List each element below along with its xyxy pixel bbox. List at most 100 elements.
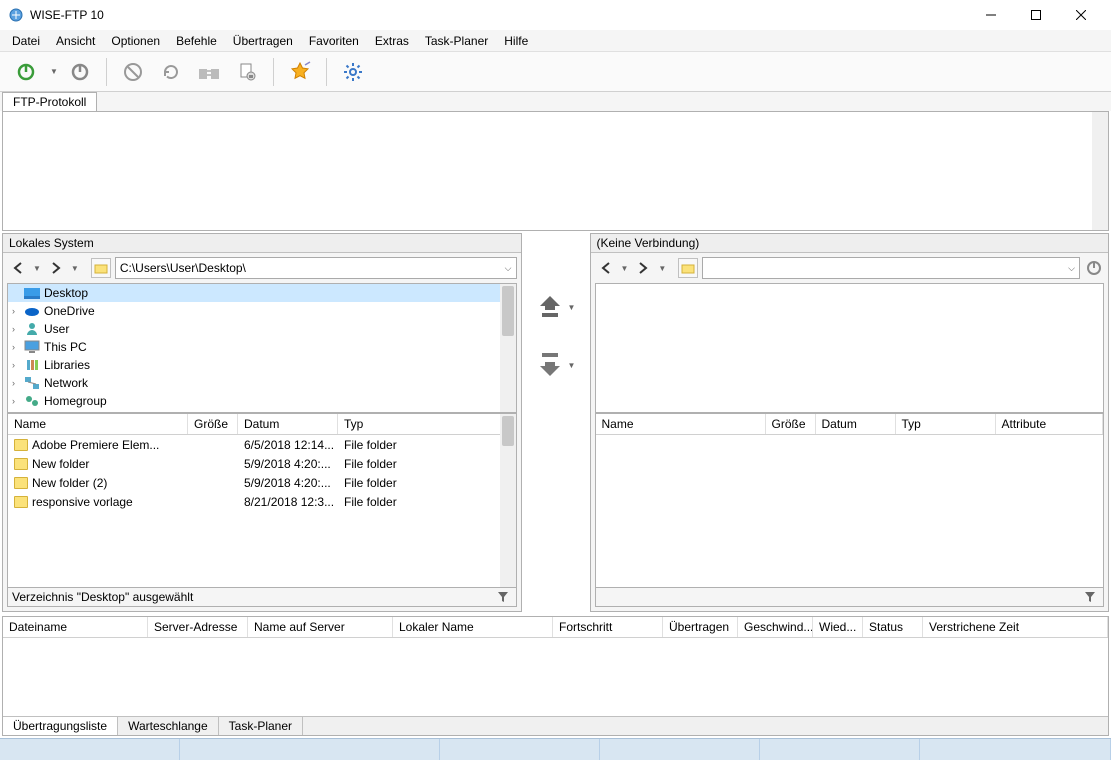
tcol-fortschritt[interactable]: Fortschritt (553, 617, 663, 637)
local-back-dropdown[interactable]: ▼ (33, 264, 41, 273)
col-name[interactable]: Name (8, 414, 188, 434)
transfer-column: ▼ ▼ (526, 233, 586, 612)
file-row[interactable]: Adobe Premiere Elem...6/5/2018 12:14...F… (8, 435, 516, 454)
tree-item-thispc[interactable]: ›This PC (8, 338, 516, 356)
tree-item-onedrive[interactable]: ›OneDrive (8, 302, 516, 320)
settings-button[interactable] (337, 56, 369, 88)
tcol-uebertragen[interactable]: Übertragen (663, 617, 738, 637)
local-file-grid[interactable]: Name Größe Datum Typ Adobe Premiere Elem… (7, 413, 517, 588)
local-back-button[interactable] (7, 257, 29, 279)
refresh-button[interactable] (155, 56, 187, 88)
homegroup-icon (24, 393, 40, 409)
menu-extras[interactable]: Extras (367, 32, 417, 50)
file-row[interactable]: responsive vorlage8/21/2018 12:3...File … (8, 492, 516, 511)
protocol-log[interactable] (2, 111, 1109, 231)
menu-datei[interactable]: Datei (4, 32, 48, 50)
local-grid-header: Name Größe Datum Typ (8, 414, 516, 435)
remote-forward-button[interactable] (632, 257, 654, 279)
col-type[interactable]: Typ (338, 414, 516, 434)
stop-button[interactable] (117, 56, 149, 88)
remote-forward-dropdown[interactable]: ▼ (658, 264, 666, 273)
local-path-text: C:\Users\User\Desktop\ (120, 261, 246, 275)
chevron-down-icon: ⌵ (505, 263, 512, 274)
rcol-name[interactable]: Name (596, 414, 766, 434)
remote-status-row (595, 588, 1105, 607)
folder-icon (14, 496, 28, 508)
sync-button[interactable] (193, 56, 225, 88)
tree-item-libraries[interactable]: ›Libraries (8, 356, 516, 374)
rcol-type[interactable]: Typ (896, 414, 996, 434)
file-lock-button[interactable] (231, 56, 263, 88)
local-forward-dropdown[interactable]: ▼ (71, 264, 79, 273)
disconnect-button[interactable] (64, 56, 96, 88)
window-title: WISE-FTP 10 (30, 8, 968, 22)
menu-optionen[interactable]: Optionen (103, 32, 168, 50)
maximize-button[interactable] (1013, 0, 1058, 30)
menu-uebertragen[interactable]: Übertragen (225, 32, 301, 50)
local-filter-button[interactable] (494, 589, 512, 605)
local-forward-button[interactable] (45, 257, 67, 279)
folder-icon (14, 439, 28, 451)
tcol-status[interactable]: Status (863, 617, 923, 637)
local-grid-scrollbar[interactable] (500, 414, 516, 587)
remote-back-button[interactable] (595, 257, 617, 279)
remote-filter-button[interactable] (1081, 589, 1099, 605)
col-date[interactable]: Datum (238, 414, 338, 434)
remote-disconnect-button[interactable] (1084, 258, 1104, 278)
file-row[interactable]: New folder5/9/2018 4:20:...File folder (8, 454, 516, 473)
tree-item-desktop[interactable]: Desktop (8, 284, 516, 302)
remote-path-combo[interactable]: ⌵ (702, 257, 1080, 279)
tcol-dateiname[interactable]: Dateiname (3, 617, 148, 637)
upload-dropdown[interactable]: ▼ (568, 303, 576, 312)
pc-icon (24, 339, 40, 355)
tcol-nameserver[interactable]: Name auf Server (248, 617, 393, 637)
titlebar: WISE-FTP 10 (0, 0, 1111, 30)
minimize-button[interactable] (968, 0, 1013, 30)
download-button[interactable]: ▼ (536, 351, 576, 379)
menu-favoriten[interactable]: Favoriten (301, 32, 367, 50)
remote-newfolder-button[interactable] (678, 258, 698, 278)
menu-befehle[interactable]: Befehle (168, 32, 225, 50)
remote-back-dropdown[interactable]: ▼ (621, 264, 629, 273)
menu-ansicht[interactable]: Ansicht (48, 32, 103, 50)
tree-item-homegroup[interactable]: ›Homegroup (8, 392, 516, 410)
menu-taskplaner[interactable]: Task-Planer (417, 32, 496, 50)
tab-ftp-protokoll[interactable]: FTP-Protokoll (2, 92, 97, 111)
menu-hilfe[interactable]: Hilfe (496, 32, 536, 50)
rcol-date[interactable]: Datum (816, 414, 896, 434)
tcol-zeit[interactable]: Verstrichene Zeit (923, 617, 1108, 637)
transfer-grid: Dateiname Server-Adresse Name auf Server… (2, 616, 1109, 736)
toolbar: ▼ (0, 52, 1111, 92)
local-newfolder-button[interactable] (91, 258, 111, 278)
favorites-button[interactable] (284, 56, 316, 88)
upload-button[interactable]: ▼ (536, 293, 576, 321)
close-button[interactable] (1058, 0, 1103, 30)
rcol-size[interactable]: Größe (766, 414, 816, 434)
tree-item-network[interactable]: ›Network (8, 374, 516, 392)
local-panel: Lokales System ▼ ▼ C:\Users\User\Desktop… (2, 233, 522, 612)
rcol-attr[interactable]: Attribute (996, 414, 1104, 434)
tree-item-user[interactable]: ›User (8, 320, 516, 338)
connect-button[interactable] (10, 56, 42, 88)
tcol-server[interactable]: Server-Adresse (148, 617, 248, 637)
file-row[interactable]: New folder (2)5/9/2018 4:20:...File fold… (8, 473, 516, 492)
download-dropdown[interactable]: ▼ (568, 361, 576, 370)
protocol-scrollbar[interactable] (1092, 112, 1108, 230)
menubar: Datei Ansicht Optionen Befehle Übertrage… (0, 30, 1111, 52)
btab-uebertragungsliste[interactable]: Übertragungsliste (3, 717, 118, 735)
network-icon (24, 375, 40, 391)
local-status-text: Verzeichnis "Desktop" ausgewählt (12, 590, 193, 604)
tcol-wied[interactable]: Wied... (813, 617, 863, 637)
tcol-geschwind[interactable]: Geschwind... (738, 617, 813, 637)
tcol-lokalname[interactable]: Lokaler Name (393, 617, 553, 637)
local-tree-scrollbar[interactable] (500, 284, 516, 412)
col-size[interactable]: Größe (188, 414, 238, 434)
local-tree[interactable]: Desktop ›OneDrive ›User ›This PC ›Librar… (7, 283, 517, 413)
btab-warteschlange[interactable]: Warteschlange (118, 717, 219, 735)
btab-taskplaner[interactable]: Task-Planer (219, 717, 303, 735)
statusbar (0, 738, 1111, 760)
local-path-combo[interactable]: C:\Users\User\Desktop\ ⌵ (115, 257, 517, 279)
connect-dropdown[interactable]: ▼ (50, 67, 58, 76)
remote-tree[interactable] (595, 283, 1105, 413)
remote-file-grid[interactable]: Name Größe Datum Typ Attribute (595, 413, 1105, 588)
